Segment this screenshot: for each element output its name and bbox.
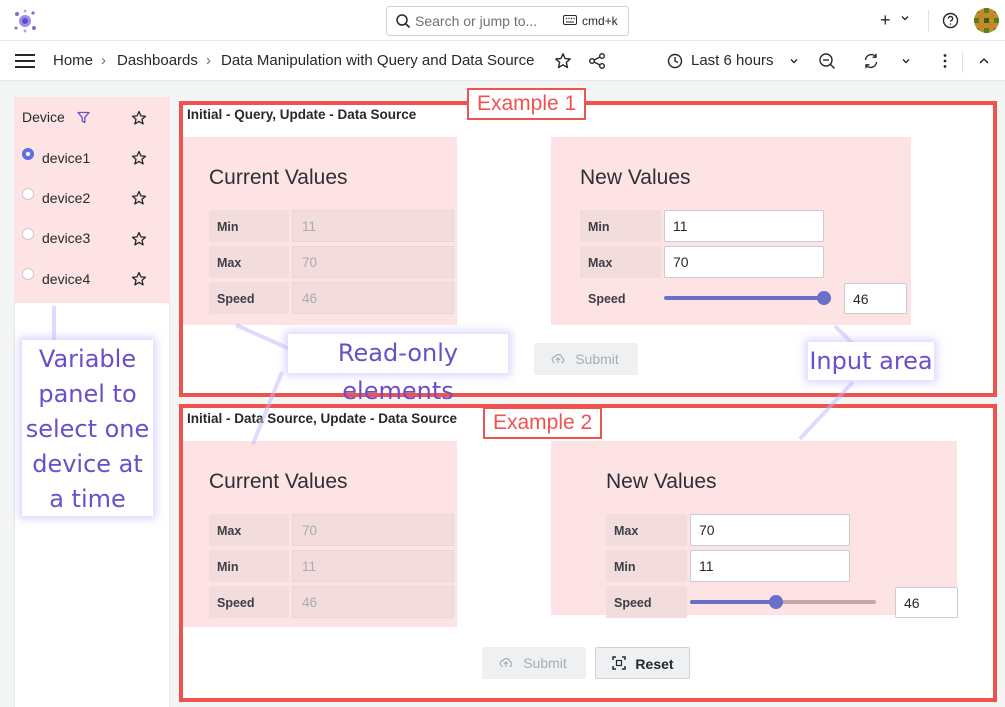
star-icon[interactable]: [131, 271, 147, 287]
readonly-speed-field: 46: [292, 586, 454, 618]
upload-icon: [551, 354, 565, 364]
star-icon[interactable]: [131, 150, 147, 166]
radio-device1[interactable]: [22, 148, 34, 160]
star-icon[interactable]: [554, 52, 572, 70]
readonly-min-field: 11: [292, 550, 454, 582]
speed-slider-track[interactable]: [664, 296, 826, 300]
speed-input[interactable]: 46: [844, 283, 907, 314]
readonly-min-field: 11: [292, 210, 454, 242]
filter-icon[interactable]: [77, 111, 90, 124]
field-label: Max: [606, 514, 687, 546]
field-label: Max: [580, 246, 661, 278]
avatar[interactable]: [974, 8, 999, 33]
speed-slider-track[interactable]: [690, 600, 776, 604]
more-options-icon[interactable]: [938, 52, 952, 70]
submit-label: Submit: [523, 655, 567, 671]
device-option-label[interactable]: device1: [42, 150, 90, 166]
device-option-label[interactable]: device2: [42, 190, 90, 206]
keyboard-icon: [563, 15, 577, 25]
clock-icon[interactable]: [667, 53, 683, 69]
search-placeholder: Search or jump to...: [415, 13, 538, 29]
max-input[interactable]: 70: [690, 514, 850, 546]
divider: [928, 10, 929, 32]
min-input[interactable]: 11: [664, 210, 824, 242]
star-icon[interactable]: [131, 190, 147, 206]
chevron-down-icon[interactable]: [899, 12, 911, 24]
field-label: Min: [209, 210, 289, 242]
reset-icon: [612, 656, 626, 670]
min-input[interactable]: 11: [690, 550, 850, 582]
section-title: New Values: [580, 166, 691, 189]
speed-input[interactable]: 46: [895, 587, 958, 618]
device-option-label[interactable]: device4: [42, 271, 90, 287]
breadcrumb-separator: ›: [206, 52, 211, 69]
section-title: Current Values: [209, 470, 348, 493]
search-input[interactable]: Search or jump to... cmd+k: [386, 6, 629, 36]
section-title: New Values: [606, 470, 717, 493]
speed-slider-handle[interactable]: [817, 291, 831, 305]
menu-icon[interactable]: [15, 54, 35, 68]
field-label: Max: [209, 514, 289, 546]
readonly-speed-field: 46: [292, 282, 454, 314]
max-input[interactable]: 70: [664, 246, 824, 278]
zoom-out-icon[interactable]: [818, 52, 836, 70]
top-bar: Search or jump to... cmd+k +: [0, 0, 1005, 41]
readonly-max-field: 70: [292, 246, 454, 278]
search-icon: [396, 14, 411, 29]
help-icon[interactable]: [942, 12, 959, 29]
panel-title: Initial - Data Source, Update - Data Sou…: [187, 411, 458, 426]
annotation-input-area: Input area: [808, 342, 934, 380]
section-title: Current Values: [209, 166, 348, 189]
field-label: Speed: [588, 292, 626, 306]
dashboard-nav-bar: Home › Dashboards › Data Manipulation wi…: [0, 41, 1005, 81]
field-label: Speed: [209, 282, 289, 314]
submit-button[interactable]: Submit: [482, 647, 586, 679]
field-label: Speed: [606, 586, 687, 618]
example-tag: Example 1: [467, 88, 587, 120]
reset-label: Reset: [635, 656, 674, 672]
field-label: Speed: [209, 586, 289, 618]
field-label: Min: [606, 550, 687, 582]
device-option-label[interactable]: device3: [42, 230, 90, 246]
chevron-down-icon[interactable]: [900, 55, 912, 67]
annotation-variable-panel: Variable panel to select one device at a…: [22, 340, 153, 516]
variable-title: Device: [22, 109, 65, 125]
field-label: Min: [580, 210, 661, 242]
annotation-connector: [52, 306, 56, 342]
time-range-picker[interactable]: Last 6 hours: [691, 52, 774, 69]
panel-title: Initial - Query, Update - Data Source: [187, 107, 417, 122]
submit-label: Submit: [575, 351, 619, 367]
upload-icon: [499, 658, 513, 668]
breadcrumb-dashboards[interactable]: Dashboards: [117, 52, 198, 69]
reset-button[interactable]: Reset: [595, 647, 690, 679]
field-label: Min: [209, 550, 289, 582]
readonly-max-field: 70: [292, 514, 454, 546]
refresh-icon[interactable]: [862, 52, 880, 70]
chevron-down-icon[interactable]: [788, 55, 800, 67]
page-title: Data Manipulation with Query and Data So…: [221, 52, 535, 69]
grafana-logo-icon[interactable]: [12, 8, 38, 34]
star-icon[interactable]: [131, 231, 147, 247]
breadcrumb-home[interactable]: Home: [53, 52, 93, 69]
add-new-button[interactable]: +: [880, 10, 891, 31]
submit-button[interactable]: Submit: [534, 343, 638, 375]
breadcrumb-separator: ›: [101, 52, 106, 69]
field-label: Max: [209, 246, 289, 278]
radio-device2[interactable]: [22, 188, 34, 200]
radio-device4[interactable]: [22, 268, 34, 280]
chevron-up-icon[interactable]: [977, 54, 991, 68]
speed-slider-handle[interactable]: [768, 595, 783, 609]
example-tag: Example 2: [483, 407, 603, 439]
search-shortcut: cmd+k: [582, 14, 618, 28]
radio-device3[interactable]: [22, 228, 34, 240]
share-icon[interactable]: [588, 52, 606, 70]
divider: [962, 51, 963, 73]
annotation-readonly: Read-only elements: [288, 334, 508, 405]
star-icon[interactable]: [131, 110, 147, 126]
